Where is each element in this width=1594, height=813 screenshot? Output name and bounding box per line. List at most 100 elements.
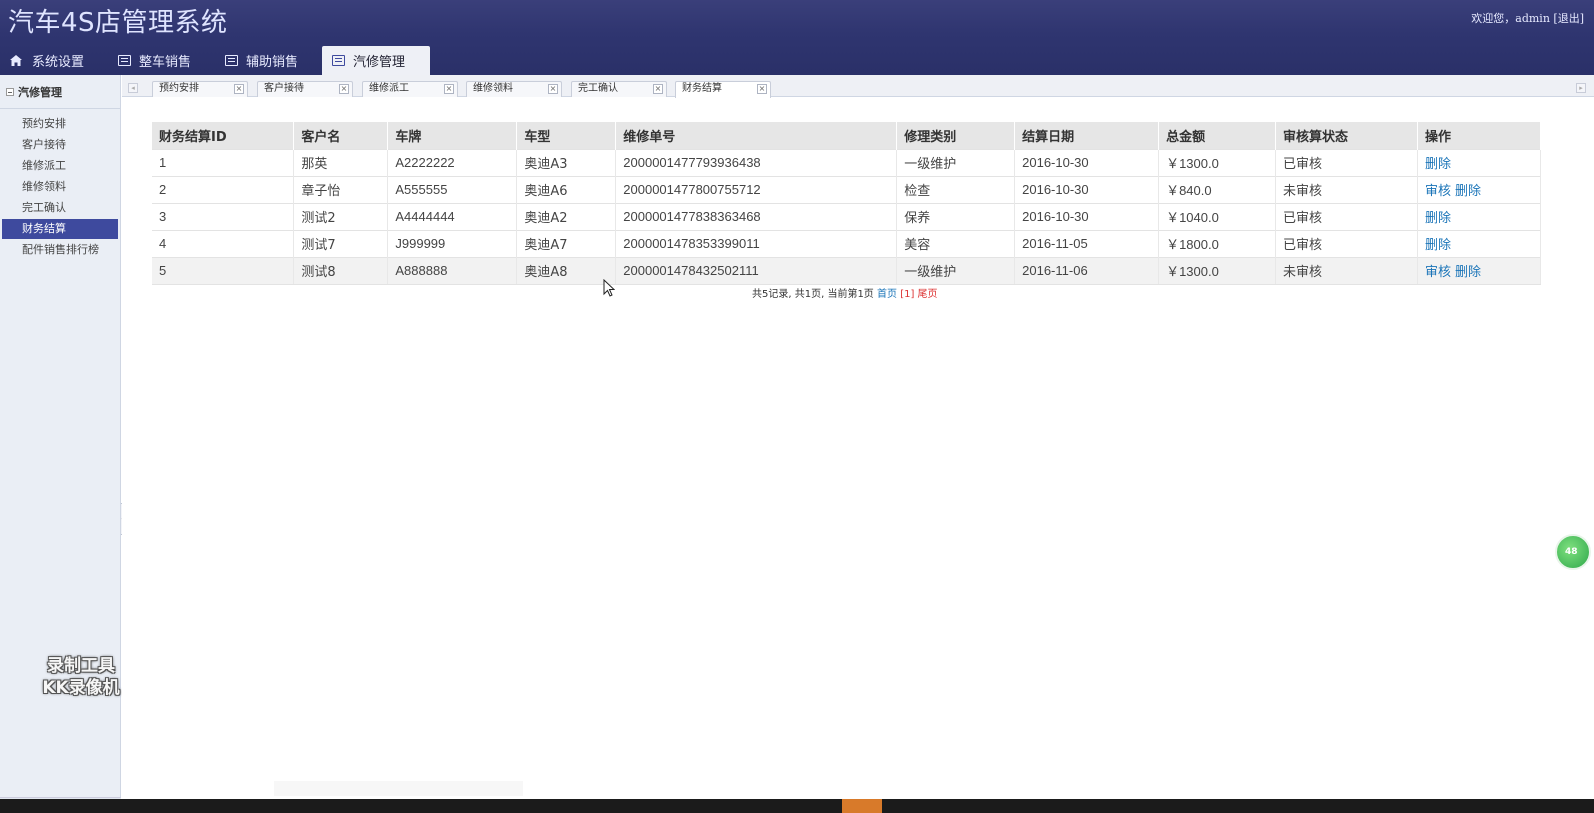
- sidebar-item-dispatch[interactable]: 维修派工: [2, 156, 118, 176]
- column-header[interactable]: 总金额: [1158, 122, 1277, 149]
- sidebar-item-appointment[interactable]: 预约安排: [2, 114, 118, 134]
- horizontal-scrollbar[interactable]: [131, 781, 523, 796]
- cell-actions: 删除: [1417, 148, 1542, 176]
- first-page-link[interactable]: 首页: [877, 289, 897, 300]
- column-header[interactable]: 审核算状态: [1275, 122, 1418, 149]
- tab-scroll-left-icon[interactable]: ◂: [128, 83, 138, 93]
- content-tab-parts-requisition[interactable]: 维修领料 ×: [466, 81, 562, 97]
- delete-link[interactable]: 删除: [1425, 157, 1451, 172]
- pagination-summary: 共5记录, 共1页, 当前第1页: [752, 289, 874, 300]
- sidebar-item-parts-requisition[interactable]: 维修领料: [2, 177, 118, 197]
- cell-status: 已审核: [1275, 202, 1418, 230]
- sidebar-item-finance[interactable]: 财务结算: [2, 219, 118, 239]
- content-tab-dispatch[interactable]: 维修派工 ×: [362, 81, 458, 97]
- sidebar-heading-label: 汽修管理: [18, 85, 62, 99]
- approve-link[interactable]: 审核: [1425, 265, 1451, 280]
- table-row[interactable]: 5 测试8 A888888 奥迪A8 2000001478432502111 一…: [152, 256, 1542, 285]
- nav-tab-label: 汽修管理: [353, 55, 406, 70]
- content-tab-label: 财务结算: [682, 83, 722, 94]
- nav-tab-repair-management[interactable]: 汽修管理: [322, 46, 431, 75]
- main-content: ◂ 预约安排 × 客户接待 × 维修派工 × 维修领料 × 完工确认 × 财务结…: [122, 75, 1594, 813]
- sidebar-item-completion[interactable]: 完工确认: [2, 198, 118, 218]
- sidebar-menu: 预约安排 客户接待 维修派工 维修领料 完工确认 财务结算 配件销售排行榜: [0, 109, 120, 260]
- content-tab-label: 维修领料: [473, 83, 513, 94]
- recorder-watermark: 录制工具 KK录像机: [26, 655, 136, 699]
- cell-status: 未审核: [1275, 256, 1418, 285]
- column-header[interactable]: 车牌: [387, 122, 518, 149]
- close-icon[interactable]: ×: [234, 84, 244, 94]
- watermark-line1: 录制工具: [47, 656, 115, 676]
- last-page-link[interactable]: 尾页: [918, 289, 938, 300]
- floating-widget-icon[interactable]: 48: [1555, 534, 1591, 570]
- delete-link[interactable]: 删除: [1455, 265, 1481, 280]
- content-tab-appointment[interactable]: 预约安排 ×: [152, 81, 248, 97]
- list-icon: [332, 55, 346, 66]
- table-row[interactable]: 2 章子怡 A555555 奥迪A6 2000001477800755712 检…: [152, 175, 1542, 203]
- cell-amount: ￥1800.0: [1158, 229, 1277, 257]
- cell-plate: A888888: [387, 256, 518, 285]
- cell-id: 2: [152, 175, 295, 203]
- column-header[interactable]: 操作: [1417, 122, 1542, 149]
- cell-actions: 删除: [1417, 229, 1542, 257]
- content-tab-label: 客户接待: [264, 83, 304, 94]
- current-page[interactable]: [1]: [900, 289, 914, 300]
- cell-plate: A4444444: [387, 202, 518, 230]
- delete-link[interactable]: 删除: [1425, 211, 1451, 226]
- cell-order-no: 2000001477838363468: [615, 202, 898, 230]
- collapse-icon: [6, 87, 14, 96]
- main-nav: 系统设置 整车销售 辅助销售 汽修管理: [0, 46, 440, 75]
- cell-plate: A555555: [387, 175, 518, 203]
- content-tab-strip: ◂ 预约安排 × 客户接待 × 维修派工 × 维修领料 × 完工确认 × 财务结…: [122, 75, 1594, 98]
- column-header[interactable]: 财务结算ID: [152, 122, 295, 149]
- delete-link[interactable]: 删除: [1455, 184, 1481, 199]
- scrollbar-thumb[interactable]: [131, 781, 274, 796]
- cell-category: 保养: [896, 202, 1016, 230]
- cell-plate: A2222222: [387, 148, 518, 176]
- cell-date: 2016-11-06: [1014, 256, 1160, 285]
- nav-tab-label: 系统设置: [32, 55, 85, 70]
- content-tab-finance[interactable]: 财务结算 ×: [675, 81, 771, 98]
- list-icon: [118, 55, 132, 66]
- close-icon[interactable]: ×: [653, 84, 663, 94]
- content-tab-reception[interactable]: 客户接待 ×: [257, 81, 353, 97]
- sidebar-item-parts-ranking[interactable]: 配件销售排行榜: [2, 240, 118, 260]
- finance-settlement-table: 财务结算ID 客户名 车牌 车型 维修单号 修理类别 结算日期 总金额 审核算状…: [152, 122, 1542, 285]
- nav-tab-system-settings[interactable]: 系统设置: [0, 46, 98, 75]
- sidebar: 汽修管理 预约安排 客户接待 维修派工 维修领料 完工确认 财务结算 配件销售排…: [0, 75, 121, 813]
- column-header[interactable]: 结算日期: [1014, 122, 1160, 149]
- cell-actions: 审核 删除: [1417, 256, 1542, 285]
- close-icon[interactable]: ×: [339, 84, 349, 94]
- cell-date: 2016-10-30: [1014, 202, 1160, 230]
- content-tab-label: 完工确认: [578, 83, 618, 94]
- cell-id: 3: [152, 202, 295, 230]
- cell-status: 未审核: [1275, 175, 1418, 203]
- cell-plate: J999999: [387, 229, 518, 257]
- table-row[interactable]: 1 那英 A2222222 奥迪A3 2000001477793936438 一…: [152, 148, 1542, 176]
- delete-link[interactable]: 删除: [1425, 238, 1451, 253]
- content-tab-completion[interactable]: 完工确认 ×: [571, 81, 667, 97]
- user-info[interactable]: 欢迎您，admin [退出]: [1471, 10, 1584, 26]
- tab-scroll-right-icon[interactable]: ▸: [1576, 83, 1586, 93]
- cell-order-no: 2000001477793936438: [615, 148, 898, 176]
- close-icon[interactable]: ×: [757, 84, 767, 94]
- cell-category: 一级维护: [896, 148, 1016, 176]
- close-icon[interactable]: ×: [548, 84, 558, 94]
- cell-actions: 审核 删除: [1417, 175, 1542, 203]
- column-header[interactable]: 车型: [516, 122, 617, 149]
- cell-order-no: 2000001478432502111: [615, 256, 898, 285]
- table-row[interactable]: 4 测试7 J999999 奥迪A7 2000001478353399011 美…: [152, 229, 1542, 257]
- column-header[interactable]: 维修单号: [615, 122, 898, 149]
- column-header[interactable]: 修理类别: [896, 122, 1016, 149]
- column-header[interactable]: 客户名: [293, 122, 389, 149]
- close-icon[interactable]: ×: [444, 84, 454, 94]
- table-row[interactable]: 3 测试2 A4444444 奥迪A2 2000001477838363468 …: [152, 202, 1542, 230]
- nav-tab-aux-sales[interactable]: 辅助销售: [215, 46, 312, 75]
- taskbar-active-item[interactable]: [842, 799, 882, 813]
- cell-customer: 那英: [293, 148, 389, 176]
- sidebar-heading[interactable]: 汽修管理: [0, 75, 120, 109]
- sidebar-item-reception[interactable]: 客户接待: [2, 135, 118, 155]
- nav-tab-vehicle-sales[interactable]: 整车销售: [108, 46, 205, 75]
- cell-model: 奥迪A7: [516, 229, 617, 257]
- approve-link[interactable]: 审核: [1425, 184, 1451, 199]
- cell-id: 4: [152, 229, 295, 257]
